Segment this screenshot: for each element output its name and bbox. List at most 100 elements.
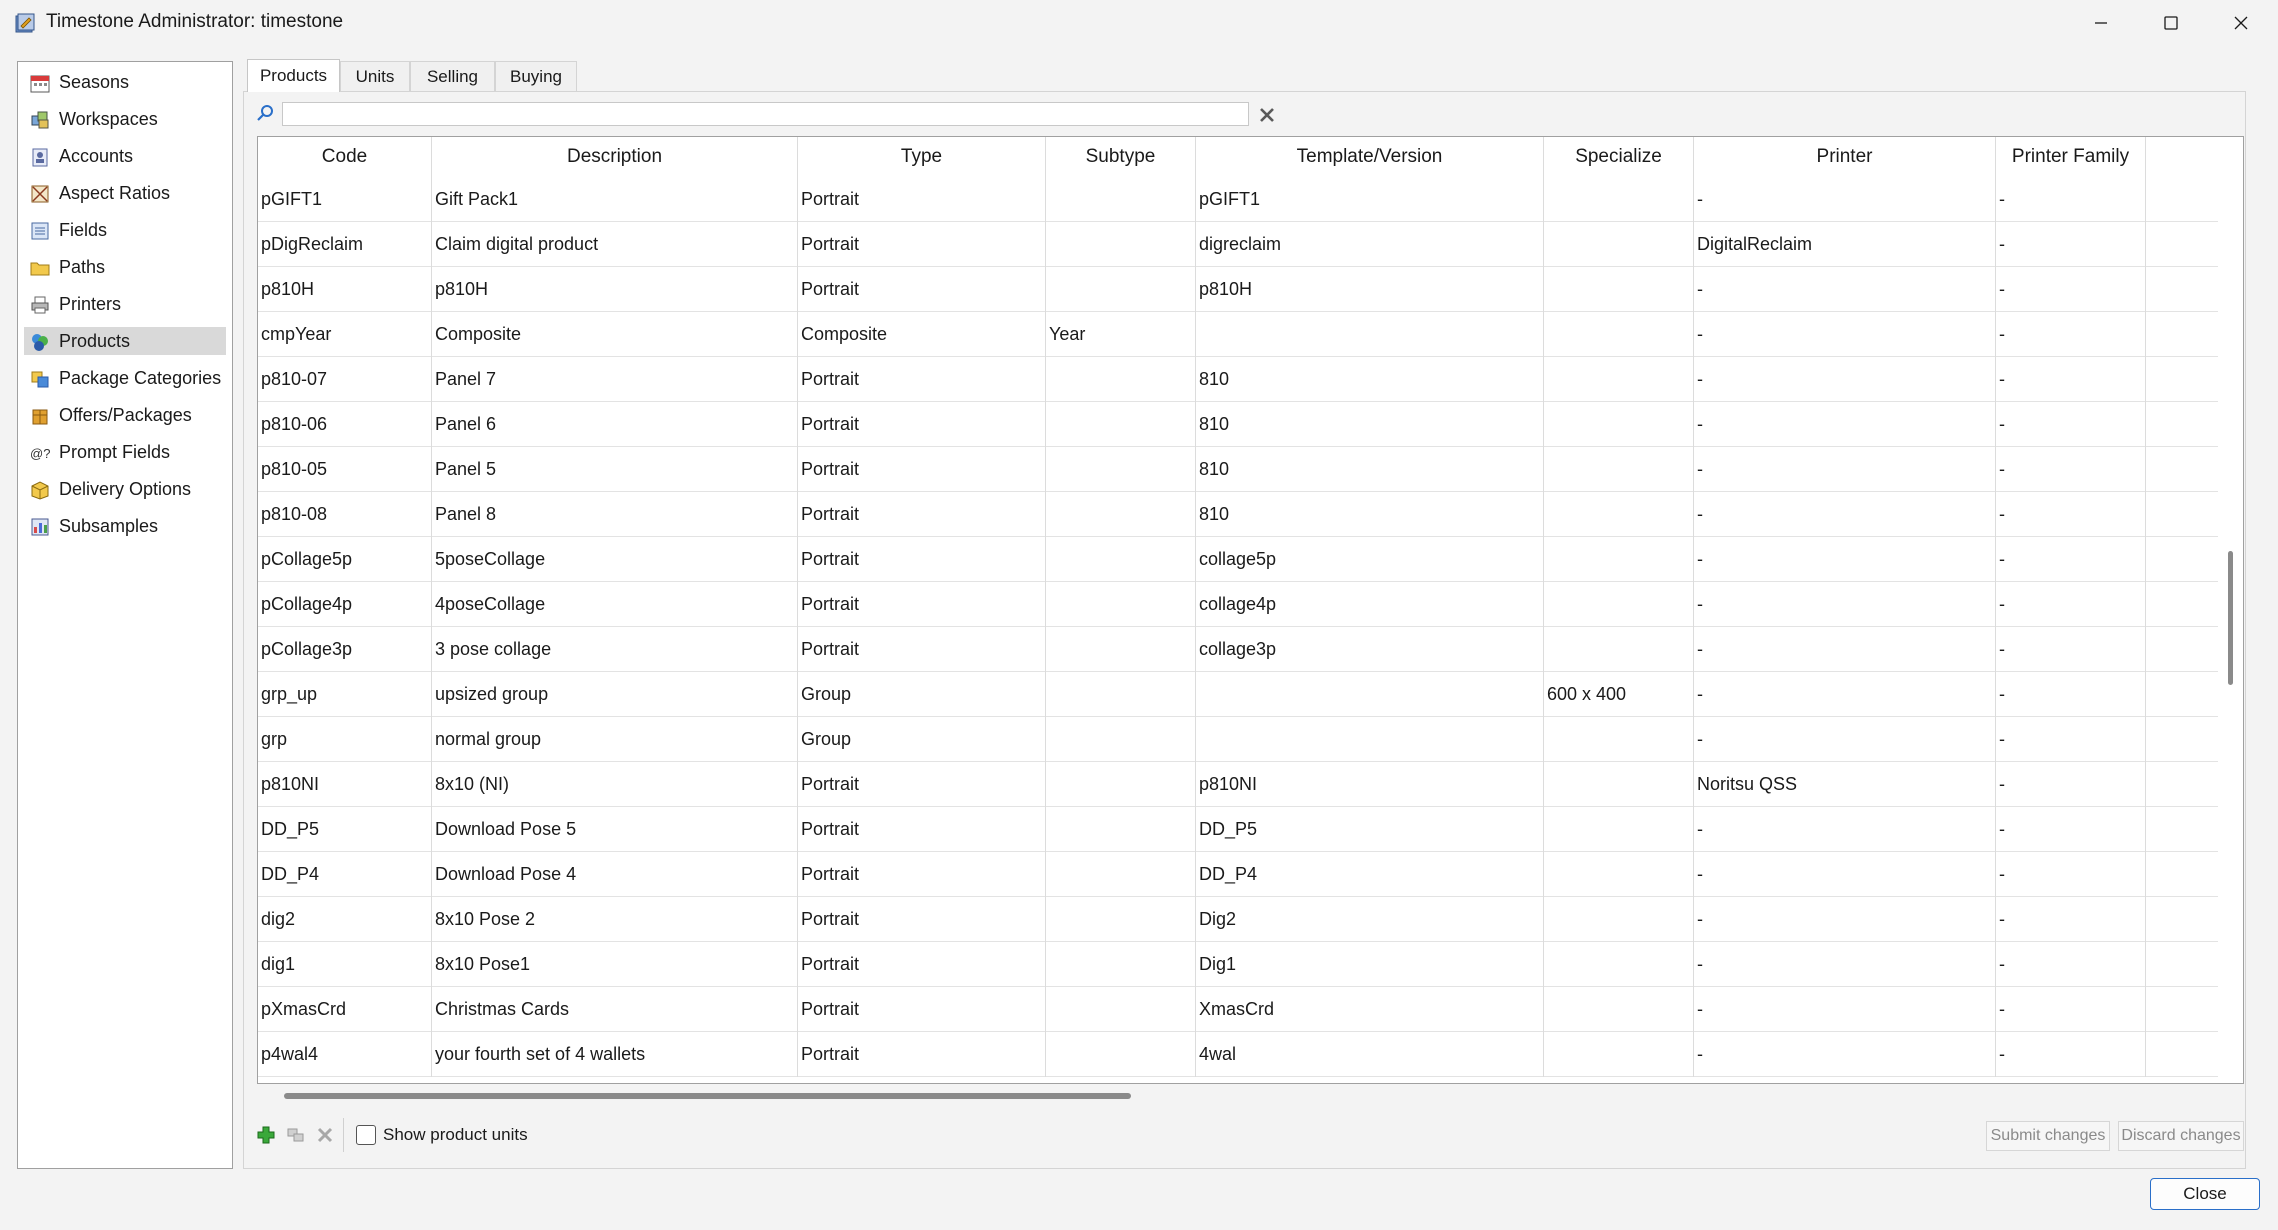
- table-row[interactable]: grp_up upsized group Group 600 x 400- -: [258, 672, 2218, 717]
- cell-printer[interactable]: -: [1694, 987, 1996, 1032]
- cell-printer-family[interactable]: -: [1996, 987, 2146, 1032]
- cell-code[interactable]: p810H: [258, 267, 432, 312]
- sidebar-item-delivery-options[interactable]: Delivery Options: [24, 475, 226, 503]
- cell-code[interactable]: grp: [258, 717, 432, 762]
- table-row[interactable]: cmpYear Composite Composite Year - -: [258, 312, 2218, 357]
- table-row[interactable]: grp normal group Group - -: [258, 717, 2218, 762]
- cell-subtype[interactable]: [1046, 987, 1196, 1032]
- cell-code[interactable]: pGIFT1: [258, 177, 432, 222]
- cell-printer-family[interactable]: -: [1996, 1032, 2146, 1077]
- cell-template-version[interactable]: 4wal: [1196, 1032, 1544, 1077]
- cell-specialize[interactable]: [1544, 717, 1694, 762]
- tab-selling[interactable]: Selling: [410, 61, 495, 91]
- cell-printer-family[interactable]: -: [1996, 942, 2146, 987]
- table-row[interactable]: pCollage3p 3 pose collage Portrait collage3…: [258, 627, 2218, 672]
- table-row[interactable]: DD_P4 Download Pose 4 Portrait DD_P4- -: [258, 852, 2218, 897]
- sidebar-item-printers[interactable]: Printers: [24, 290, 226, 318]
- cell-code[interactable]: pDigReclaim: [258, 222, 432, 267]
- cell-type[interactable]: Portrait: [798, 807, 1046, 852]
- table-row[interactable]: p810-06 Panel 6 Portrait 810 - -: [258, 402, 2218, 447]
- cell-specialize[interactable]: [1544, 357, 1694, 402]
- maximize-button[interactable]: [2136, 0, 2206, 46]
- tab-products[interactable]: Products: [247, 59, 340, 92]
- column-header-type[interactable]: Type: [798, 137, 1046, 177]
- cell-code[interactable]: p810NI: [258, 762, 432, 807]
- cell-type[interactable]: Portrait: [798, 492, 1046, 537]
- cell-template-version[interactable]: [1196, 312, 1544, 357]
- table-row[interactable]: p810-07 Panel 7 Portrait 810 - -: [258, 357, 2218, 402]
- cell-template-version[interactable]: digreclaim: [1196, 222, 1544, 267]
- cell-printer-family[interactable]: -: [1996, 267, 2146, 312]
- cell-type[interactable]: Portrait: [798, 942, 1046, 987]
- column-header-description[interactable]: Description: [432, 137, 798, 177]
- cell-subtype[interactable]: [1046, 717, 1196, 762]
- cell-code[interactable]: DD_P5: [258, 807, 432, 852]
- cell-printer-family[interactable]: -: [1996, 447, 2146, 492]
- cell-printer-family[interactable]: -: [1996, 582, 2146, 627]
- sidebar-item-prompt-fields[interactable]: @? Prompt Fields: [24, 438, 226, 466]
- cell-template-version[interactable]: 810: [1196, 492, 1544, 537]
- cell-code[interactable]: grp_up: [258, 672, 432, 717]
- cell-code[interactable]: p810-07: [258, 357, 432, 402]
- cell-printer[interactable]: -: [1694, 852, 1996, 897]
- cell-printer-family[interactable]: -: [1996, 492, 2146, 537]
- cell-template-version[interactable]: collage5p: [1196, 537, 1544, 582]
- cell-subtype[interactable]: [1046, 897, 1196, 942]
- cell-subtype[interactable]: [1046, 942, 1196, 987]
- cell-template-version[interactable]: 810: [1196, 447, 1544, 492]
- cell-type[interactable]: Portrait: [798, 267, 1046, 312]
- cell-type[interactable]: Portrait: [798, 582, 1046, 627]
- cell-printer[interactable]: -: [1694, 1032, 1996, 1077]
- cell-description[interactable]: Panel 6: [432, 402, 798, 447]
- cell-template-version[interactable]: [1196, 717, 1544, 762]
- cell-printer[interactable]: -: [1694, 717, 1996, 762]
- cell-subtype[interactable]: [1046, 537, 1196, 582]
- vertical-scrollbar-thumb[interactable]: [2228, 551, 2233, 685]
- add-icon[interactable]: [255, 1124, 277, 1146]
- tab-buying[interactable]: Buying: [495, 61, 577, 91]
- cell-type[interactable]: Composite: [798, 312, 1046, 357]
- cell-template-version[interactable]: collage4p: [1196, 582, 1544, 627]
- cell-description[interactable]: 8x10 Pose 2: [432, 897, 798, 942]
- close-window-button[interactable]: [2206, 0, 2276, 46]
- cell-printer-family[interactable]: -: [1996, 762, 2146, 807]
- cell-description[interactable]: 5poseCollage: [432, 537, 798, 582]
- delete-icon[interactable]: [314, 1124, 336, 1146]
- cell-subtype[interactable]: [1046, 1032, 1196, 1077]
- cell-specialize[interactable]: [1544, 267, 1694, 312]
- cell-code[interactable]: pXmasCrd: [258, 987, 432, 1032]
- cell-specialize[interactable]: [1544, 177, 1694, 222]
- cell-subtype[interactable]: [1046, 267, 1196, 312]
- cell-specialize[interactable]: [1544, 312, 1694, 357]
- cell-description[interactable]: Claim digital product: [432, 222, 798, 267]
- cell-type[interactable]: Portrait: [798, 537, 1046, 582]
- cell-printer[interactable]: -: [1694, 942, 1996, 987]
- cell-subtype[interactable]: [1046, 177, 1196, 222]
- cell-printer[interactable]: -: [1694, 897, 1996, 942]
- cell-printer[interactable]: -: [1694, 267, 1996, 312]
- cell-specialize[interactable]: [1544, 402, 1694, 447]
- cell-subtype[interactable]: [1046, 492, 1196, 537]
- cell-code[interactable]: p810-08: [258, 492, 432, 537]
- cell-template-version[interactable]: pGIFT1: [1196, 177, 1544, 222]
- cell-specialize[interactable]: [1544, 222, 1694, 267]
- cell-specialize[interactable]: [1544, 852, 1694, 897]
- cell-printer-family[interactable]: -: [1996, 717, 2146, 762]
- cell-printer[interactable]: -: [1694, 177, 1996, 222]
- cell-printer[interactable]: -: [1694, 312, 1996, 357]
- minimize-button[interactable]: [2066, 0, 2136, 46]
- cell-description[interactable]: 8x10 (NI): [432, 762, 798, 807]
- cell-description[interactable]: Panel 5: [432, 447, 798, 492]
- cell-subtype[interactable]: [1046, 852, 1196, 897]
- cell-subtype[interactable]: [1046, 357, 1196, 402]
- horizontal-scrollbar-thumb[interactable]: [284, 1093, 1131, 1099]
- cell-description[interactable]: Christmas Cards: [432, 987, 798, 1032]
- cell-template-version[interactable]: XmasCrd: [1196, 987, 1544, 1032]
- cell-printer-family[interactable]: -: [1996, 537, 2146, 582]
- cell-printer[interactable]: -: [1694, 537, 1996, 582]
- table-row[interactable]: dig2 8x10 Pose 2 Portrait Dig2 - -: [258, 897, 2218, 942]
- cell-template-version[interactable]: Dig2: [1196, 897, 1544, 942]
- cell-printer[interactable]: -: [1694, 492, 1996, 537]
- column-header-subtype[interactable]: Subtype: [1046, 137, 1196, 177]
- cell-subtype[interactable]: Year: [1046, 312, 1196, 357]
